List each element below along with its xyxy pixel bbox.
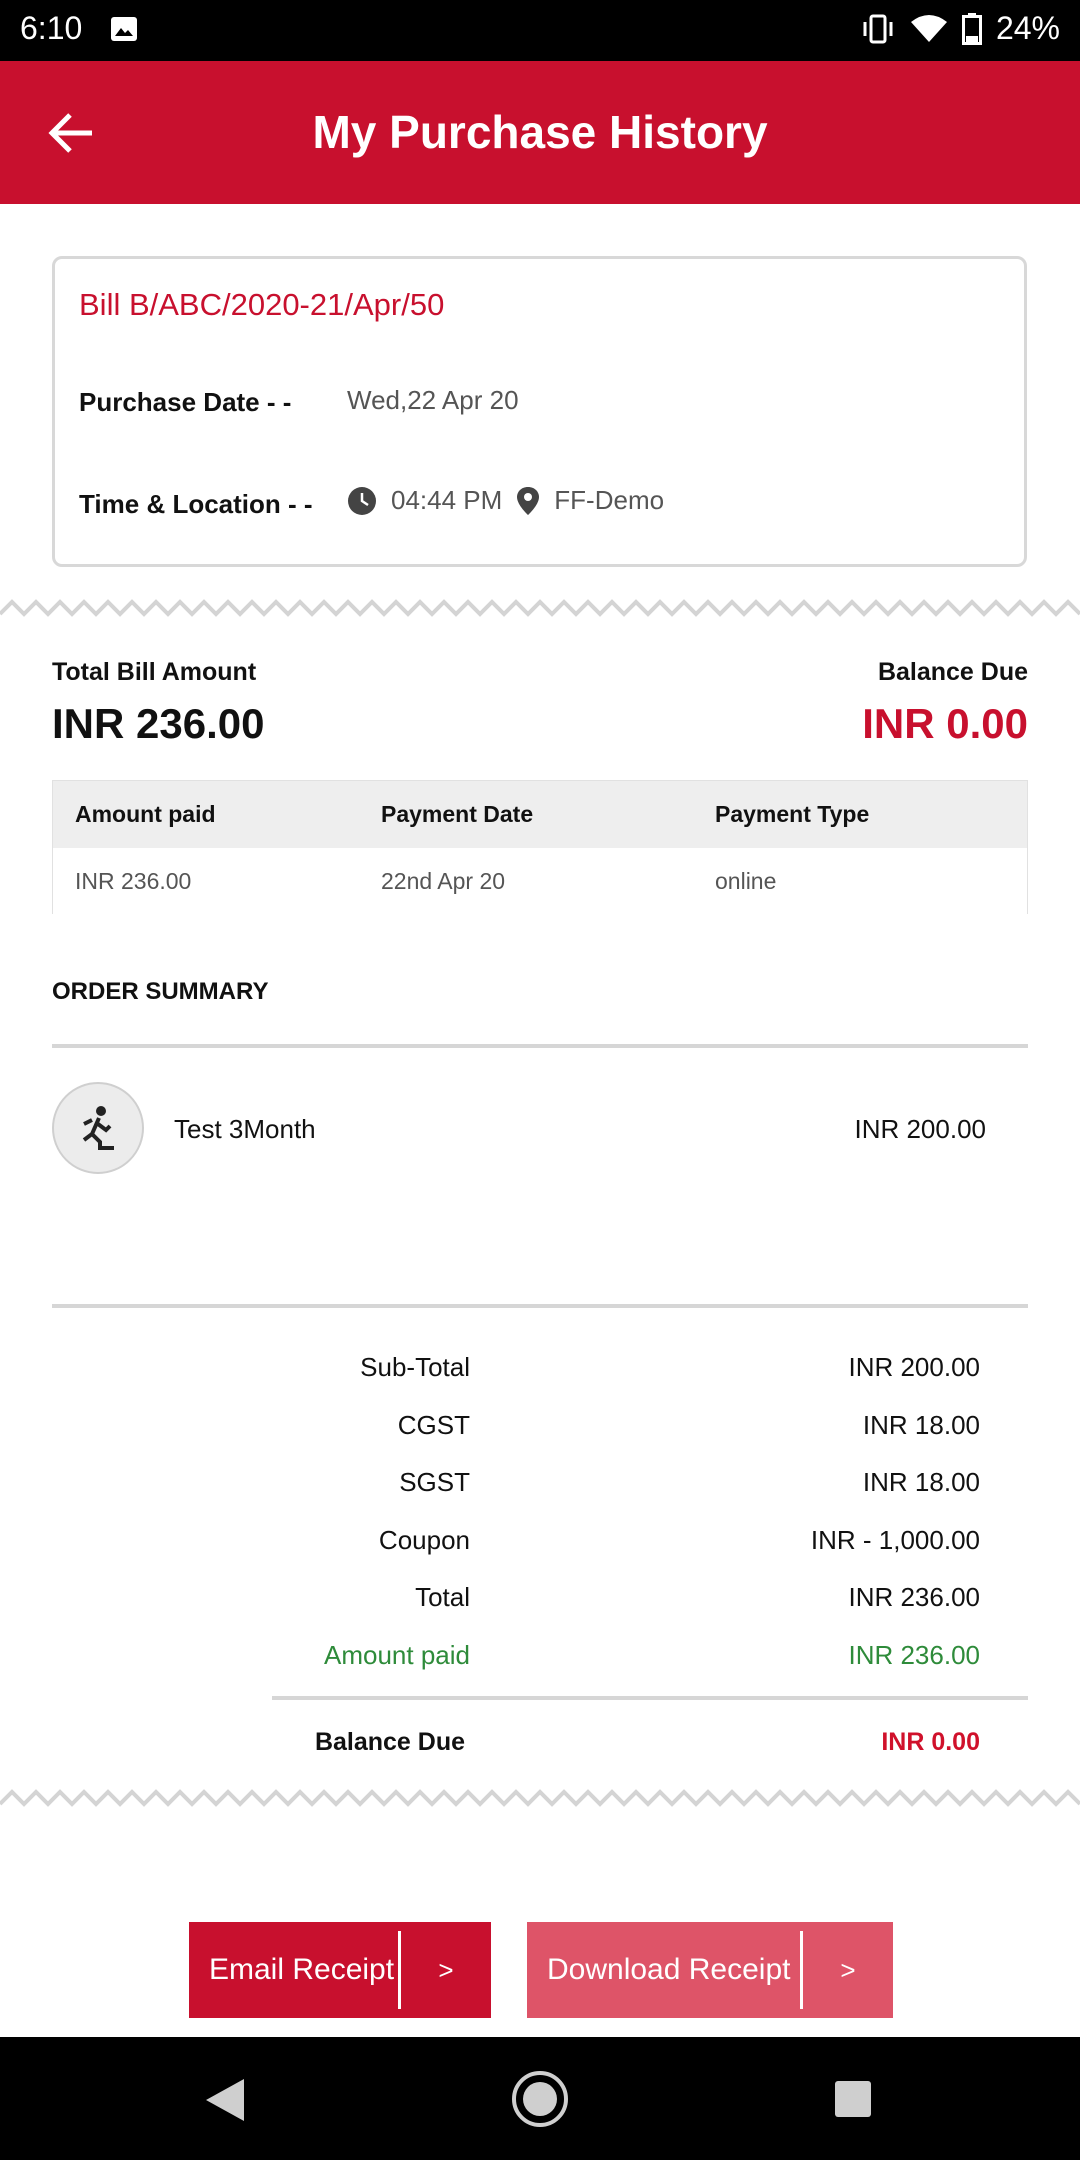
email-receipt-button[interactable]: Email Receipt > [189,1922,491,2018]
zigzag-divider [0,599,1080,617]
purchase-date-value: Wed,22 Apr 20 [347,385,519,415]
time-location-value: 04:44 PM FF-Demo [347,485,664,516]
row-amount-paid: INR 236.00 [75,868,192,894]
exercise-icon [52,1082,144,1174]
subtotal-value: INR 200.00 [848,1352,980,1382]
battery-percent: 24% [995,10,1060,46]
order-summary-title: ORDER SUMMARY [52,978,269,1005]
total-bill-value: INR 236.00 [52,700,265,747]
status-time: 6:10 [20,10,83,46]
summary-balance-due-value: INR 0.00 [881,1728,980,1756]
battery-icon [961,12,982,45]
zigzag-divider [0,1789,1080,1807]
sgst-value: INR 18.00 [862,1467,980,1497]
row-payment-date: 22nd Apr 20 [381,868,506,894]
page-title: My Purchase History [312,106,768,158]
vibrate-icon [863,14,893,43]
purchase-time: 04:44 PM [391,485,503,515]
header-amount-paid: Amount paid [75,801,216,827]
bill-card: Bill B/ABC/2020-21/Apr/50 Purchase Date … [52,256,1027,567]
email-receipt-label: Email Receipt [209,1953,395,1986]
table-row: INR 236.00 22nd Apr 20 online [53,848,1027,915]
chevron-right-icon: > [840,1954,856,1985]
order-item-name: Test 3Month [174,1114,316,1144]
header-payment-date: Payment Date [381,801,534,827]
divider [272,1696,1028,1700]
nav-home-icon[interactable] [510,2069,570,2129]
row-payment-type: online [715,868,777,894]
total-value: INR 236.00 [848,1582,980,1612]
nav-recents-icon[interactable] [834,2080,872,2118]
divider [52,1304,1028,1308]
location-pin-icon [517,486,540,515]
nav-back-icon[interactable] [204,2077,246,2123]
coupon-value: INR - 1,000.00 [810,1525,980,1555]
status-icons: 24% [860,10,1060,47]
purchase-location: FF-Demo [554,485,665,515]
clock-icon [348,486,376,515]
amount-paid-value: INR 236.00 [848,1640,980,1670]
chevron-right-icon: > [438,1954,454,1985]
wifi-icon [910,14,947,42]
download-receipt-label: Download Receipt [547,1953,791,1986]
payment-table: Amount paid Payment Date Payment Type IN… [52,780,1028,915]
payment-table-header: Amount paid Payment Date Payment Type [53,781,1027,848]
status-bar: 6:10 24% [0,0,1080,61]
balance-due-value: INR 0.00 [862,700,1028,747]
divider [52,1044,1028,1048]
time-location-label: Time & Location - - [79,489,313,519]
order-item-price: INR 200.00 [854,1114,986,1144]
cgst-value: INR 18.00 [862,1410,980,1440]
bill-number: Bill B/ABC/2020-21/Apr/50 [79,287,445,322]
image-icon [111,17,137,41]
header-payment-type: Payment Type [715,801,870,827]
system-nav-bar [0,2037,1080,2160]
total-bill-label: Total Bill Amount [52,658,257,686]
balance-due-label: Balance Due [877,658,1028,686]
download-receipt-button[interactable]: Download Receipt > [527,1922,893,2018]
purchase-date-label: Purchase Date - - [79,387,292,417]
app-bar: My Purchase History [0,61,1080,204]
